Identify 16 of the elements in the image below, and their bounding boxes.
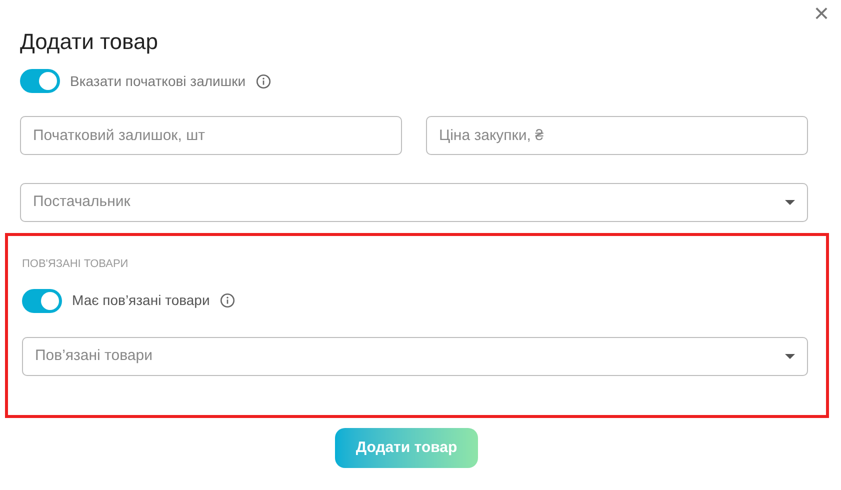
select-field[interactable]: Пов’язані товари	[22, 336, 808, 376]
close-button[interactable]: ×	[814, 0, 829, 26]
caret-icon	[785, 200, 795, 205]
section-heading: ПОВ'ЯЗАНІ ТОВАРИ	[22, 257, 128, 272]
toggle-switch[interactable]	[22, 288, 62, 312]
toggle-label: Має пов’язані товари	[72, 291, 210, 310]
info-icon	[256, 74, 271, 88]
select-field[interactable]: Постачальник	[20, 183, 808, 222]
caret-icon	[785, 354, 795, 358]
dialog-title: Додати товар	[20, 28, 158, 56]
input-field[interactable]: Ціна закупки, ₴	[426, 116, 808, 155]
input-field[interactable]: Початковий залишок, шт	[20, 116, 402, 155]
submit-button[interactable]: Додати товар	[335, 428, 478, 468]
info-icon	[220, 293, 235, 308]
toggle-switch[interactable]	[20, 69, 60, 93]
toggle-label: Вказати початкові залишки	[70, 72, 246, 90]
